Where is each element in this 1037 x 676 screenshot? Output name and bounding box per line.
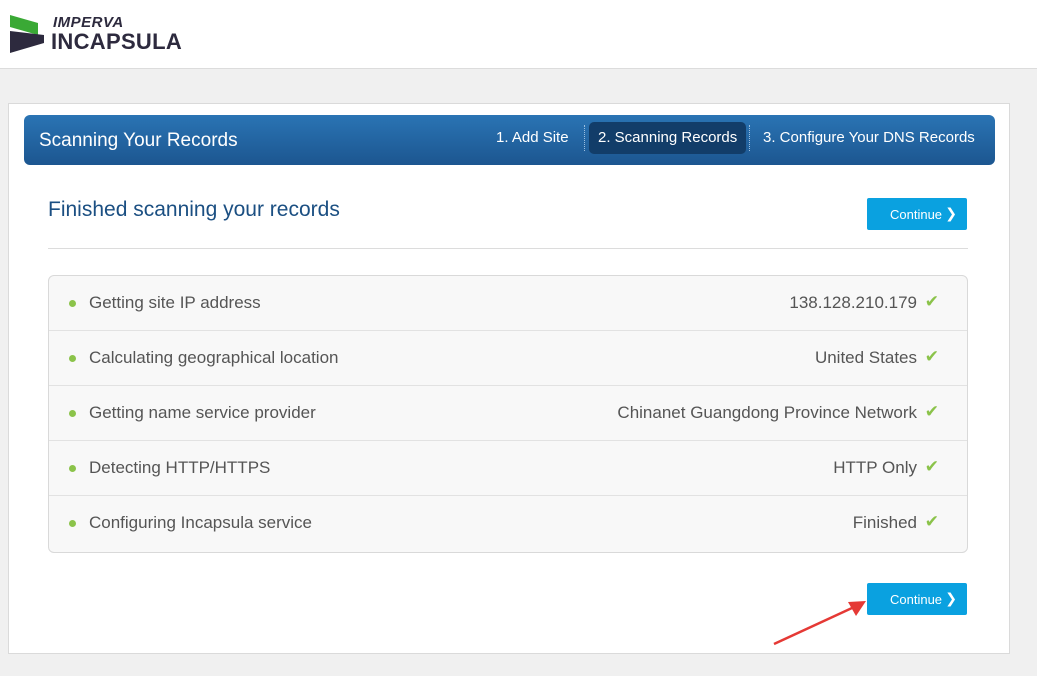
record-label: Configuring Incapsula service [89,513,313,532]
scan-records-list: Getting site IP address 138.128.210.179 … [48,275,968,553]
check-icon: ✔ [924,457,939,476]
main-panel: Scanning Your Records 1. Add Site 2. Sca… [8,103,1010,654]
annotation-arrow-icon [773,601,866,646]
continue-button-label: Continue [890,207,943,222]
check-icon: ✔ [924,402,939,421]
bullet-dot-icon [69,520,76,527]
record-value: HTTP Only [833,458,917,477]
record-value: 138.128.210.179 [789,293,917,312]
record-value: Finished [852,513,917,532]
bullet-dot-icon [69,465,76,472]
check-icon: ✔ [924,512,939,531]
check-icon: ✔ [924,292,939,311]
record-value: United States [814,348,917,367]
chevron-right-icon: ❯ [945,205,957,221]
imperva-logo-icon [10,15,44,53]
divider [48,248,968,249]
step-scanning-records[interactable]: 2. Scanning Records [589,122,747,154]
logo-text-incapsula: INCAPSULA [51,29,183,54]
record-row-service: Configuring Incapsula service Finished ✔ [49,496,967,551]
section-heading: Finished scanning your records [48,198,340,221]
record-row-ip: Getting site IP address 138.128.210.179 … [49,276,967,331]
incapsula-logo[interactable]: IMPERVA INCAPSULA [8,13,188,55]
continue-button-label: Continue [890,592,943,607]
wizard-header: Scanning Your Records 1. Add Site 2. Sca… [24,115,995,165]
chevron-right-icon: ❯ [945,590,957,606]
step-configure-dns[interactable]: 3. Configure Your DNS Records [763,122,975,154]
continue-button-bottom[interactable]: Continue ❯ [867,583,967,615]
bullet-dot-icon [69,300,76,307]
record-label: Calculating geographical location [89,348,339,367]
check-icon: ✔ [924,347,939,366]
record-row-protocol: Detecting HTTP/HTTPS HTTP Only ✔ [49,441,967,496]
step-separator [584,125,585,151]
record-label: Getting name service provider [89,403,316,422]
step-separator [749,125,750,151]
record-row-location: Calculating geographical location United… [49,331,967,386]
top-bar: IMPERVA INCAPSULA [0,0,1037,69]
wizard-title: Scanning Your Records [39,130,238,151]
bullet-dot-icon [69,355,76,362]
record-row-provider: Getting name service provider Chinanet G… [49,386,967,441]
continue-button-top[interactable]: Continue ❯ [867,198,967,230]
record-label: Getting site IP address [89,293,261,312]
step-add-site[interactable]: 1. Add Site [496,122,569,154]
record-value: Chinanet Guangdong Province Network [617,403,917,422]
bullet-dot-icon [69,410,76,417]
record-label: Detecting HTTP/HTTPS [89,458,271,477]
